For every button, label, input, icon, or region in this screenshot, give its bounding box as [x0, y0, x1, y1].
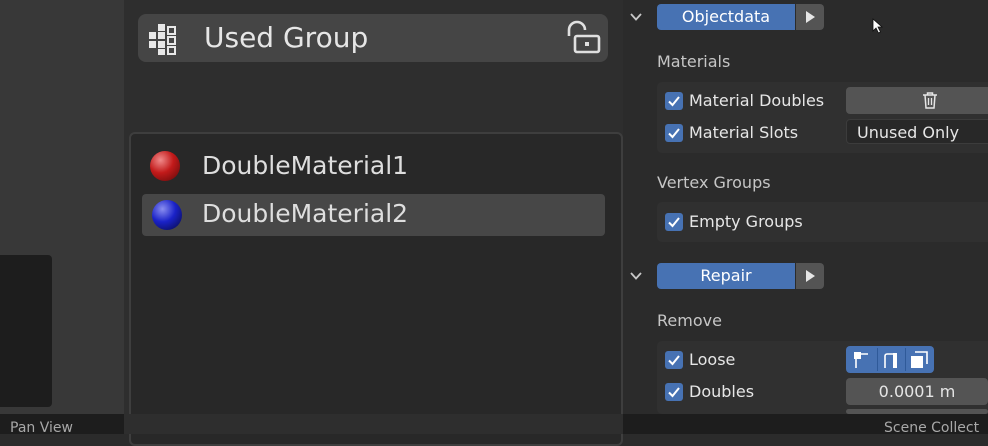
doubles-distance-field[interactable]: 0.0001 m [846, 378, 988, 405]
popup-bottom-edge [124, 414, 623, 434]
list-item[interactable]: DoubleMaterial1 [142, 145, 605, 187]
edge-select-icon [884, 353, 897, 368]
list-item-selected[interactable]: DoubleMaterial2 [142, 194, 605, 236]
empty-groups-checkbox[interactable] [665, 213, 683, 231]
chevron-down-icon[interactable] [629, 10, 643, 24]
doubles-label: Doubles [689, 382, 755, 401]
chevron-down-icon[interactable] [629, 269, 643, 283]
objectdata-button[interactable]: Objectdata [657, 4, 795, 30]
select-mode-group [846, 346, 934, 373]
trash-icon [923, 92, 937, 109]
checkmark-icon [668, 355, 680, 366]
material-doubles-delete-button[interactable] [846, 87, 988, 114]
material-sphere-icon [150, 151, 180, 181]
checkmark-icon [668, 217, 680, 228]
grid-cubes-icon [149, 24, 176, 55]
material-name: DoubleMaterial1 [202, 151, 409, 180]
checkmark-icon [668, 96, 680, 107]
material-slots-checkbox[interactable] [665, 124, 683, 142]
face-select-button[interactable] [905, 348, 932, 371]
doubles-distance-value: 0.0001 m [878, 382, 956, 401]
material-doubles-checkbox[interactable] [665, 92, 683, 110]
edge-select-button[interactable] [877, 348, 904, 371]
section-label-remove: Remove [657, 311, 722, 330]
face-select-icon [911, 351, 928, 368]
group-title: Used Group [204, 21, 369, 54]
loose-label: Loose [689, 350, 736, 369]
mouse-cursor-icon [872, 18, 884, 34]
doubles-checkbox[interactable] [665, 383, 683, 401]
viewport-inset-panel [0, 255, 52, 407]
checkmark-icon [668, 128, 680, 139]
material-sphere-icon [152, 200, 182, 230]
play-icon [806, 270, 815, 282]
material-doubles-label: Material Doubles [689, 91, 825, 110]
vertex-select-button[interactable] [849, 348, 875, 371]
status-left-text: Pan View [10, 420, 73, 436]
loose-checkbox[interactable] [665, 351, 683, 369]
material-name: DoubleMaterial2 [202, 199, 409, 228]
vertex-select-icon [854, 352, 868, 368]
checkmark-icon [668, 387, 680, 398]
material-slots-label: Material Slots [689, 123, 799, 142]
unlock-icon[interactable] [563, 20, 603, 56]
repair-run-button[interactable] [796, 263, 824, 289]
play-icon [806, 11, 815, 23]
repair-button[interactable]: Repair [657, 263, 795, 289]
empty-groups-label: Empty Groups [689, 212, 803, 231]
section-label-materials: Materials [657, 52, 731, 71]
material-slots-value: Unused Only [857, 123, 960, 142]
status-right-text: Scene Collect [884, 420, 980, 436]
material-slots-dropdown[interactable]: Unused Only [846, 119, 988, 144]
section-label-vertex-groups: Vertex Groups [657, 173, 771, 192]
objectdata-run-button[interactable] [796, 4, 824, 30]
